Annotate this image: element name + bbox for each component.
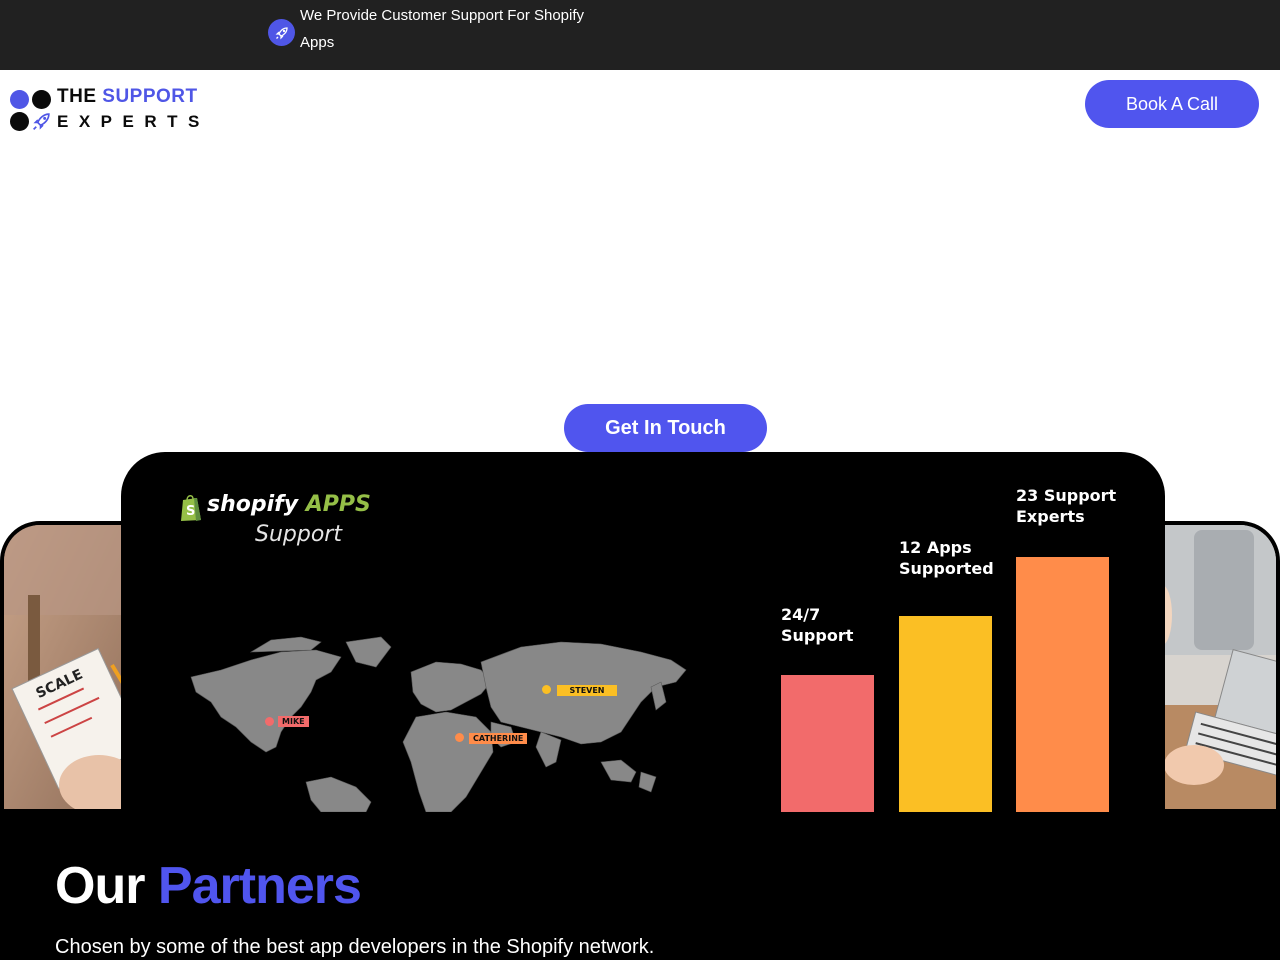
bar-label-2: 12 Apps Supported	[899, 538, 994, 578]
logo-dot-icon	[10, 90, 29, 109]
logo-dot-icon	[10, 112, 29, 131]
rocket-icon	[268, 19, 295, 46]
announcement-bar: We Provide Customer Support For Shopify …	[0, 0, 1280, 70]
bar-2	[899, 616, 992, 812]
photo-card-left: SCALE	[0, 521, 140, 813]
site-header: THE SUPPORT EXPERTS Book A Call	[0, 70, 1280, 144]
logo-dot-icon	[32, 90, 51, 109]
logo-text-line1: THE SUPPORT	[57, 86, 198, 107]
stats-showcase-card: S shopify APPS Support MIKE STEVEN CATHE…	[121, 452, 1165, 812]
partners-section: Our Partners Chosen by some of the best …	[0, 812, 1280, 960]
announcement-text: We Provide Customer Support For Shopify …	[300, 7, 585, 51]
partners-heading: Our Partners	[55, 857, 362, 915]
photo-card-right	[1150, 521, 1280, 813]
book-a-call-button[interactable]: Book A Call	[1085, 80, 1259, 128]
get-in-touch-button[interactable]: Get In Touch	[564, 404, 767, 452]
site-logo[interactable]: THE SUPPORT EXPERTS	[10, 80, 210, 131]
stats-bar-chart: 24/7 Support 12 Apps Supported 23 Support …	[121, 452, 1165, 812]
bar-label-3: 23 Support Experts	[1016, 486, 1117, 526]
logo-rocket-icon	[31, 111, 52, 137]
partners-subtitle: Chosen by some of the best app developer…	[55, 936, 655, 958]
bar-1	[781, 675, 874, 812]
bar-label-1: 24/7 Support	[781, 605, 854, 645]
logo-text-line2: EXPERTS	[57, 112, 210, 131]
bar-3	[1016, 557, 1109, 812]
